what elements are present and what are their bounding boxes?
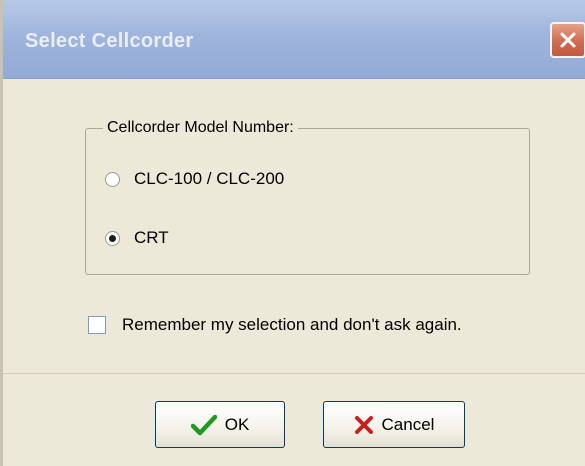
remember-selection-checkbox-row[interactable]: Remember my selection and don't ask agai… (88, 315, 462, 335)
ok-button-label: OK (224, 414, 250, 434)
radio-clc-label: CLC-100 / CLC-200 (134, 169, 285, 188)
cancel-button-label: Cancel (381, 414, 435, 434)
groupbox-legend: Cellcorder Model Number: (103, 118, 298, 138)
model-number-groupbox (85, 128, 530, 275)
radio-option-clc[interactable]: CLC-100 / CLC-200 (105, 169, 284, 189)
radio-clc-indicator[interactable] (105, 171, 120, 187)
dialog-window: Select Cellcorder Cellcorder Model Numbe… (0, 0, 585, 466)
x-icon (354, 415, 374, 435)
checkmark-icon (190, 414, 217, 436)
radio-crt-label: CRT (134, 228, 169, 247)
window-title: Select Cellcorder (25, 30, 194, 52)
close-icon (560, 32, 576, 48)
radio-selected-dot (109, 234, 116, 242)
close-button[interactable] (550, 22, 585, 58)
title-bar[interactable]: Select Cellcorder (3, 0, 585, 79)
radio-option-crt[interactable]: CRT (105, 228, 169, 248)
radio-crt-indicator[interactable] (105, 230, 120, 246)
ok-button[interactable]: OK (155, 401, 285, 448)
cancel-button[interactable]: Cancel (323, 401, 465, 448)
remember-checkbox[interactable] (88, 316, 106, 334)
remember-checkbox-label: Remember my selection and don't ask agai… (122, 315, 462, 334)
button-area-separator (3, 373, 585, 374)
